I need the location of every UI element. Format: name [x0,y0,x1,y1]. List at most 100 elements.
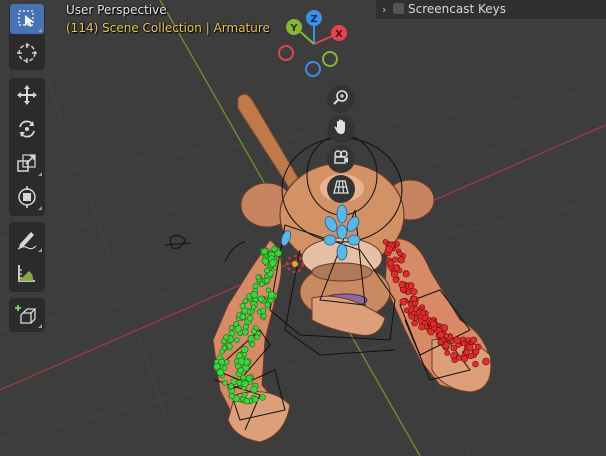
navigation-gizmo[interactable]: Z X Y [274,8,354,82]
bone-control-dot[interactable] [390,270,399,278]
measure-tool[interactable] [10,258,44,288]
bone-control-dot[interactable] [259,394,266,401]
bone-control-dot[interactable] [456,354,463,361]
bone-control-dot[interactable] [241,307,249,315]
bone-control-dot[interactable] [259,307,267,315]
bone-control-dot[interactable] [219,349,225,355]
bone-control-dot[interactable] [269,259,277,267]
bone-control-dot[interactable] [443,333,450,339]
bone-control-dot[interactable] [249,341,256,348]
bone-control-dot[interactable] [252,283,259,289]
bone-control-dot[interactable] [261,248,268,255]
bone-control-dot[interactable] [470,336,478,344]
bone-control-dot[interactable] [402,270,410,278]
bone-control-dot[interactable] [399,298,407,306]
bone-control-dot[interactable] [259,281,265,287]
add-cube-tool[interactable] [10,300,44,330]
select-box-tool[interactable] [10,4,44,34]
bone-control-dot[interactable] [267,291,276,299]
bone-control-dot[interactable] [247,335,255,343]
bone-control-dot[interactable] [251,328,257,335]
bone-control-dot[interactable] [264,267,270,274]
bone-control-dot[interactable] [224,359,230,365]
bone-control-dot[interactable] [250,385,258,394]
bone-control-dot[interactable] [440,324,449,332]
bone-control-dot[interactable] [271,245,278,253]
bone-control-dot[interactable] [403,307,410,314]
bone-control-dot[interactable] [257,295,265,303]
bone-control-dot[interactable] [397,256,405,264]
bone-control-dot[interactable] [407,282,415,289]
perspective-toggle-button[interactable] [327,175,355,203]
bone-control-dot[interactable] [463,349,470,356]
bone-control-dot[interactable] [246,314,254,322]
cursor-tool[interactable] [10,38,44,68]
bone-control-dot[interactable] [398,280,406,289]
bone-control-dot[interactable] [444,349,451,356]
bone-control-dot[interactable] [385,245,393,253]
bone-control-dot[interactable] [429,320,437,328]
zoom-button[interactable] [327,85,355,113]
bone-control-dot[interactable] [261,313,267,319]
bone-control-dot[interactable] [213,362,221,371]
bone-control-dot[interactable] [234,325,243,333]
bone-control-dot[interactable] [418,323,426,331]
bone-control-dot[interactable] [453,336,461,345]
bone-control-dot[interactable] [254,334,260,340]
bone-control-dot[interactable] [461,340,467,346]
bone-control-dot[interactable] [255,274,261,280]
gizmo-neg-z-axis[interactable] [305,61,321,77]
bone-control-dot[interactable] [242,298,249,304]
transform-tool[interactable] [10,182,44,212]
bone-control-dot[interactable] [243,398,251,405]
bone-control-dot[interactable] [250,304,257,310]
annotate-tool[interactable] [10,224,44,254]
bone-control-dot[interactable] [264,277,271,284]
bone-control-dot[interactable] [386,259,394,267]
bone-control-dot[interactable] [236,379,243,387]
chevron-right-icon[interactable]: › [382,0,386,19]
rotate-tool[interactable] [10,114,44,144]
move-tool[interactable] [10,80,44,110]
pan-button[interactable] [327,115,355,143]
camera-view-button[interactable] [327,145,355,173]
bone-control-dot[interactable] [393,264,401,272]
bone-control-dot[interactable] [221,365,228,372]
gizmo-neg-x-axis[interactable] [278,45,294,61]
bone-control-dot[interactable] [228,383,235,390]
gizmo-neg-y-axis[interactable] [322,51,338,67]
bone-control-dot[interactable] [222,380,228,386]
bone-control-dot[interactable] [239,313,247,320]
bone-control-dot[interactable] [461,355,469,363]
bone-control-dot[interactable] [241,380,249,388]
bone-control-dot[interactable] [397,250,403,257]
bone-control-dot[interactable] [410,288,418,296]
bone-control-dot[interactable] [261,257,269,265]
bone-control-dot[interactable] [245,374,253,382]
bone-control-dot[interactable] [237,367,244,374]
bone-control-dot[interactable] [382,239,389,245]
bone-control-dot[interactable] [472,360,479,368]
bone-control-dot[interactable] [237,357,246,366]
bone-control-dot[interactable] [472,348,480,355]
bone-control-dot[interactable] [410,295,418,302]
bone-control-dot[interactable] [251,395,259,403]
bone-control-dot[interactable] [448,338,455,345]
bone-control-dot[interactable] [450,352,458,360]
bone-control-dot[interactable] [242,328,249,336]
bone-control-dot[interactable] [229,325,235,331]
bone-control-dot[interactable] [411,320,418,327]
bone-control-dot[interactable] [437,331,445,339]
scale-tool[interactable] [10,148,44,178]
bone-control-dot[interactable] [223,334,230,341]
screencast-keys-checkbox[interactable] [393,3,404,14]
bone-control-dot[interactable] [482,357,490,366]
bone-control-dot[interactable] [437,339,444,346]
bone-control-dot[interactable] [264,302,271,309]
bone-control-dot[interactable] [250,291,259,299]
bone-control-dot[interactable] [228,393,235,400]
bone-control-dot[interactable] [241,345,249,354]
3d-viewport[interactable]: User Perspective (114) Scene Collection … [0,0,606,456]
bone-control-dot[interactable] [234,337,240,343]
bone-control-dot[interactable] [420,309,427,316]
